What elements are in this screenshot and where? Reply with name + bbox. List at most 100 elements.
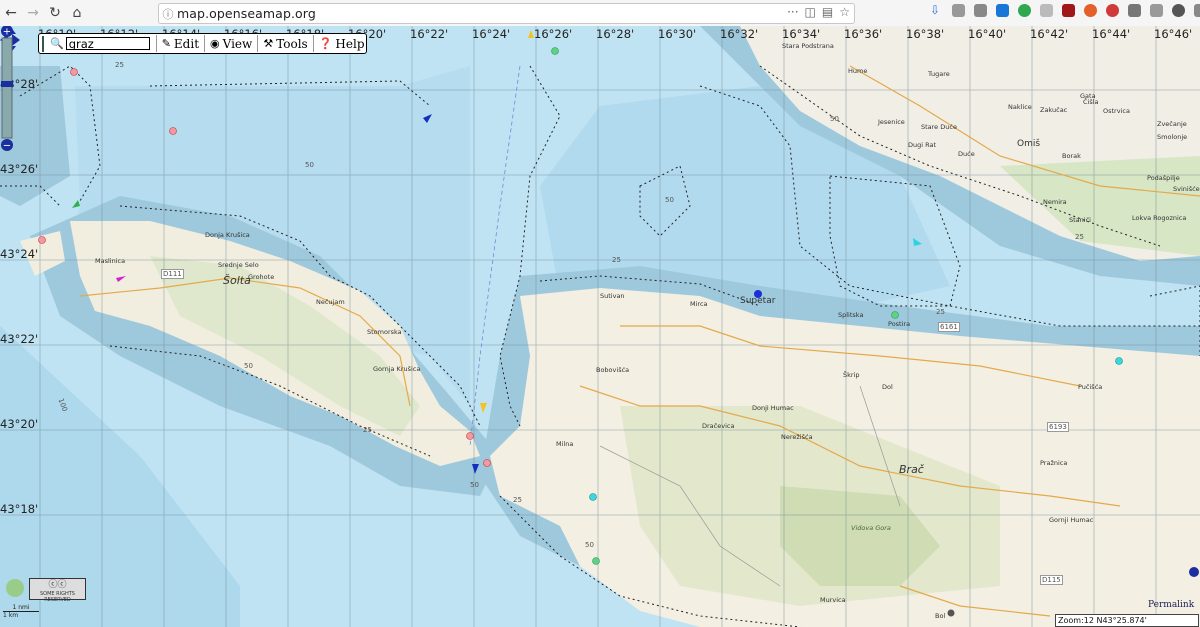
home-icon: ⌂ xyxy=(72,5,82,21)
island-label-brac: Brač xyxy=(899,463,924,476)
search-input[interactable] xyxy=(65,37,150,50)
tools-label: Tools xyxy=(276,36,308,51)
road-label: 6161 xyxy=(938,322,960,332)
road-label: D115 xyxy=(1040,575,1063,585)
download-icon[interactable]: ⇩ xyxy=(930,4,943,17)
place-label: Splitska xyxy=(838,311,864,319)
place-label: Donja Krušica xyxy=(205,231,250,239)
url-text: map.openseamap.org xyxy=(177,6,316,21)
extension-icon-6[interactable] xyxy=(1128,4,1141,17)
longitude-label: 16°26' xyxy=(534,27,573,41)
more-icon[interactable]: ··· xyxy=(787,5,798,19)
place-label: Jesenice xyxy=(878,118,905,126)
home-button[interactable]: ⌂ xyxy=(66,2,88,24)
place-label: Srednje Selo xyxy=(218,261,259,269)
place-label: Čišla xyxy=(1083,98,1099,106)
scale-bar: 1 nmi 1 km xyxy=(3,604,39,619)
map-canvas[interactable]: 16°10'16°12'16°14'16°16'16°18'16°20'16°2… xyxy=(0,26,1200,627)
place-label: Naklice xyxy=(1008,103,1032,111)
latitude-label: 43°22' xyxy=(0,332,39,346)
cc-license-badge[interactable]: ⓒⓒ SOME RIGHTS RESERVED xyxy=(29,578,86,603)
longitude-label: 16°42' xyxy=(1030,27,1069,41)
place-label: Supetar xyxy=(740,296,776,306)
svg-text:−: − xyxy=(3,141,11,152)
place-label: Stare Duće xyxy=(921,123,957,131)
longitude-label: 16°28' xyxy=(596,27,635,41)
place-label: Dračevica xyxy=(702,422,735,430)
place-label: Grohote xyxy=(248,273,275,281)
reload-button[interactable]: ↻ xyxy=(44,2,66,24)
depth-label: 25 xyxy=(363,426,372,434)
zoom-position-readout: Zoom:12 N43°25.874' E16°30.229' xyxy=(1055,614,1199,627)
latitude-label: 43°26' xyxy=(0,162,39,176)
map-layer xyxy=(0,26,1200,627)
openseamap-logo-icon[interactable] xyxy=(42,35,44,52)
help-label: Help xyxy=(335,36,365,51)
pocket-icon[interactable]: ◫ xyxy=(805,5,816,19)
place-label: Stomorska xyxy=(367,328,402,336)
place-label: Pučišća xyxy=(1078,383,1103,391)
place-label: Bol xyxy=(935,612,946,620)
reader-icon[interactable]: ▤ xyxy=(822,5,833,19)
place-label: Borak xyxy=(1062,152,1081,160)
tools-menu[interactable]: ⚒ Tools xyxy=(257,35,312,52)
longitude-label: 16°30' xyxy=(658,27,697,41)
place-label: Smolonje xyxy=(1157,133,1188,141)
longitude-label: 16°22' xyxy=(410,27,449,41)
zoom-slider[interactable]: + − xyxy=(0,26,14,151)
extension-icon-2[interactable] xyxy=(1018,4,1031,17)
map-toolbar: 🔍 ✎Edit ◉View ⚒Tools ❓Help xyxy=(38,33,367,54)
place-label: Nečujam xyxy=(316,298,345,306)
road-label: 6193 xyxy=(1047,422,1069,432)
forward-button[interactable]: → xyxy=(22,2,44,24)
extension-icon-8[interactable] xyxy=(1172,4,1185,17)
depth-label: 50 xyxy=(244,362,253,370)
place-label: Ostrvica xyxy=(1103,107,1130,115)
globe-icon[interactable] xyxy=(6,579,24,597)
latitude-label: 43°18' xyxy=(0,502,39,516)
edit-icon: ✎ xyxy=(161,37,171,50)
longitude-label: 16°44' xyxy=(1092,27,1131,41)
extension-icon-1[interactable] xyxy=(996,4,1009,17)
extension-icon-5[interactable] xyxy=(1106,4,1119,17)
longitude-label: 16°32' xyxy=(720,27,759,41)
place-label: Milna xyxy=(556,440,574,448)
eye-icon: ◉ xyxy=(210,37,220,50)
extension-icon-7[interactable] xyxy=(1150,4,1163,17)
place-label: Hume xyxy=(848,67,868,75)
permalink-link[interactable]: Permalink xyxy=(1148,600,1194,610)
cc-text: SOME RIGHTS RESERVED xyxy=(40,591,75,603)
back-button[interactable]: ← xyxy=(0,2,22,24)
place-label: Zvečanje xyxy=(1157,120,1187,128)
place-label: Gornja Krušica xyxy=(373,365,421,373)
extension-icon-9[interactable] xyxy=(1194,4,1200,17)
depth-label: 50 xyxy=(305,161,314,169)
place-label: Svinišće xyxy=(1173,185,1200,193)
extension-icon-3[interactable] xyxy=(1040,4,1053,17)
latitude-label: 43°20' xyxy=(0,417,39,431)
help-menu[interactable]: ❓ Help xyxy=(312,35,370,52)
place-label: Nerežišća xyxy=(781,433,813,441)
place-label: Vidova Gora xyxy=(851,524,891,532)
sidebar-icon[interactable] xyxy=(974,4,987,17)
tools-icon: ⚒ xyxy=(263,37,274,50)
place-label: Murvica xyxy=(820,596,846,604)
edit-label: Edit xyxy=(173,36,200,51)
view-menu[interactable]: ◉ View xyxy=(204,35,257,52)
library-icon[interactable] xyxy=(952,4,965,17)
place-label: Pražnica xyxy=(1040,459,1068,467)
scale-nmi: 1 nmi xyxy=(3,604,39,612)
place-label: Stanići xyxy=(1069,216,1091,224)
address-bar[interactable]: ⓘ map.openseamap.org ··· ◫ ▤ ☆ xyxy=(158,3,855,24)
ublock-icon[interactable] xyxy=(1062,4,1075,17)
bookmark-star-icon[interactable]: ☆ xyxy=(839,5,850,19)
depth-label: 25 xyxy=(936,308,945,316)
depth-label: 25 xyxy=(612,256,621,264)
extensions-bar: ⇩ ≡ xyxy=(930,4,1200,17)
longitude-label: 16°40' xyxy=(968,27,1007,41)
place-label: Škrip xyxy=(843,371,860,379)
extension-icon-4[interactable] xyxy=(1084,4,1097,17)
place-label: Dugi Rat xyxy=(908,141,937,149)
edit-menu[interactable]: ✎ Edit xyxy=(155,35,204,52)
scale-km: 1 km xyxy=(3,612,19,619)
